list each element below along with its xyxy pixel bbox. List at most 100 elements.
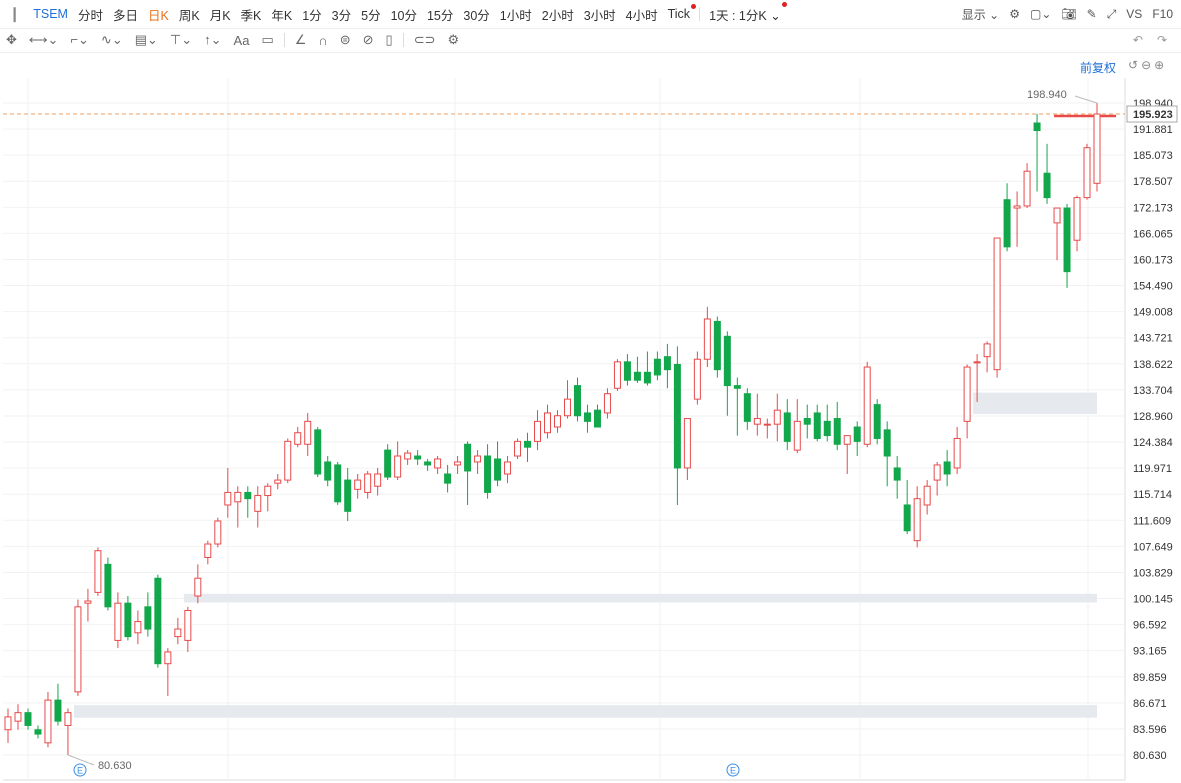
candle-up [284,440,292,481]
candle-down [54,699,62,722]
y-tick-label: 149.008 [1133,307,1173,319]
candle-up [4,716,12,731]
candle-up [683,418,691,469]
candle-down [883,429,891,457]
candle-up [753,418,761,425]
candle-up [84,600,92,604]
event-marker-label: E [730,766,736,776]
candle-down [573,385,581,417]
candle-up [134,621,142,634]
candle-down [643,371,651,384]
candle-up [294,432,302,445]
candle-down [424,461,432,466]
candle-down [893,467,901,481]
candle-down [104,563,112,608]
y-tick-label: 160.173 [1133,254,1173,266]
y-tick-label: 96.592 [1133,620,1167,632]
candle-up [953,437,961,469]
candle-up [434,458,442,469]
candle-up [993,237,1001,371]
candle-up [214,520,222,545]
candle-up [234,491,242,503]
y-tick-label: 83.596 [1133,724,1167,736]
candle-up [164,651,172,665]
candle-up [1023,170,1031,207]
candle-down [494,458,502,481]
candle-down [524,440,532,448]
candle-up [983,343,991,358]
candle-up [114,602,122,641]
candle-up [1053,207,1061,224]
candle-up [923,485,931,506]
candle-down [1043,172,1051,199]
candle-up [44,699,52,744]
y-tick-label: 107.649 [1133,541,1173,553]
candle-up [224,491,232,506]
candle-down [823,420,831,437]
y-tick-label: 86.671 [1133,698,1167,710]
candle-up [793,420,801,451]
candle-down [324,461,332,481]
candle-up [364,473,372,493]
candle-up [1083,147,1091,199]
candle-down [803,418,811,425]
candle-up [174,628,182,638]
candle-down [414,455,422,460]
candle-down [484,455,492,493]
candle-up [1073,197,1081,241]
y-tick-label: 178.507 [1133,176,1173,188]
candle-down [1033,122,1041,132]
support-zone [183,593,1098,603]
candle-down [583,412,591,422]
y-tick-label: 80.630 [1133,750,1167,762]
candle-up [74,606,82,693]
low-leader-line [67,754,95,766]
candle-down [334,464,342,503]
candlestick-chart[interactable]: 198.940 195.923 191.881 185.073 178.507 172.1… [0,0,1181,783]
y-tick-label: 100.145 [1133,594,1173,606]
y-tick-label: 154.490 [1133,281,1173,293]
candle-up [474,455,482,463]
candle-down [24,712,32,726]
candle-up [204,543,212,559]
candle-up [374,473,382,487]
y-tick-label: 128.960 [1133,411,1173,423]
candle-up [394,455,402,478]
candle-down [723,335,731,387]
candle-up [504,461,512,475]
candle-up [693,358,701,400]
candle-down [903,504,911,532]
candle-down [144,606,152,630]
candle-up [763,423,771,426]
candle-up [933,464,941,481]
candle-up [304,420,312,445]
candle-down [713,320,721,371]
candle-down [833,418,841,445]
candle-up [454,461,462,466]
y-tick-label: 103.829 [1133,567,1173,579]
candle-down [633,371,641,381]
y-tick-label: 93.165 [1133,646,1167,658]
candle-up [703,318,711,360]
candle-down [1063,207,1071,273]
high-leader-line [1074,95,1098,104]
candle-up [563,398,571,417]
candle-down [154,577,162,665]
candle-up [264,485,272,497]
candle-down [813,412,821,439]
candle-up [863,366,871,445]
y-tick-label: 133.704 [1133,385,1173,397]
candle-up [274,479,282,484]
candle-down [344,479,352,512]
candle-down [34,729,42,735]
y-tick-label: 191.881 [1133,124,1173,136]
y-tick-label: 143.721 [1133,333,1173,345]
low-label: 80.630 [98,760,132,772]
event-marker-label: E [77,766,83,776]
candle-up [194,577,202,597]
candle-down [783,412,791,442]
candle-up [534,420,542,442]
candle-up [184,609,192,641]
candle-up [254,495,262,512]
candle-up [544,412,552,434]
